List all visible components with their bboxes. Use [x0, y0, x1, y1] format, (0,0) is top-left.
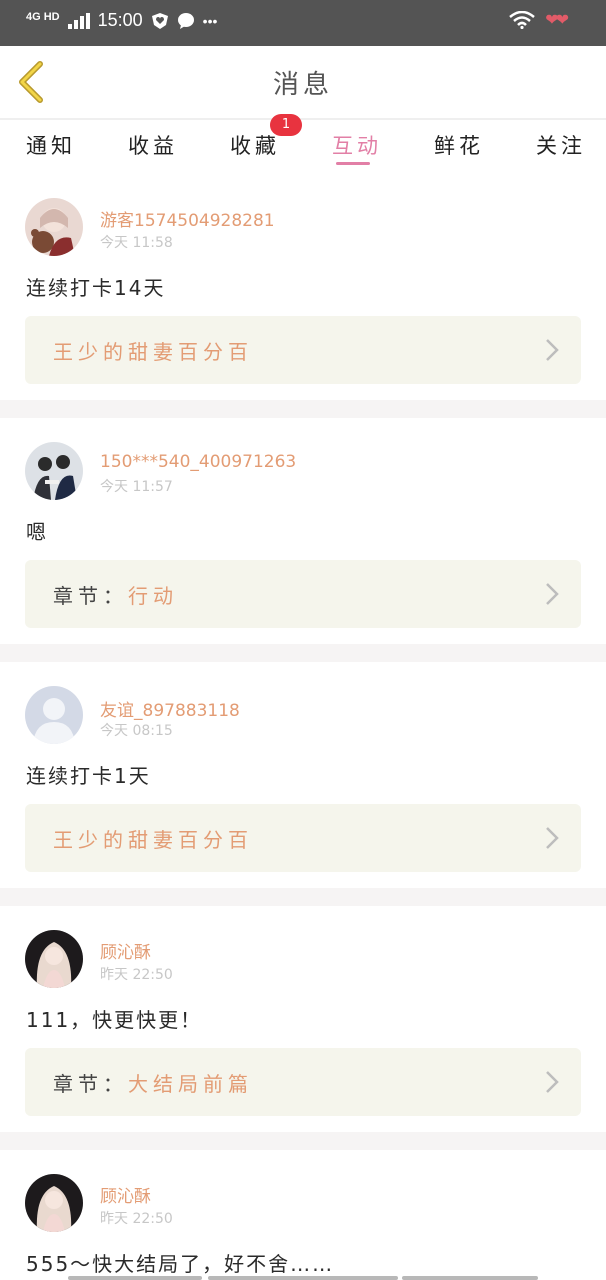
avatar[interactable]	[25, 198, 83, 256]
username[interactable]: 顾沁酥	[100, 1182, 151, 1207]
avatar[interactable]	[25, 930, 83, 988]
divider	[0, 888, 606, 906]
avatar[interactable]	[25, 1174, 83, 1232]
tab-bar: 通知 收益 收藏 1 互动 鲜花 关注	[0, 114, 606, 172]
message-card: 友谊_897883118 今天 08:15 连续打卡1天 王少的甜妻百分百	[0, 662, 606, 888]
message-card: 顾沁酥 昨天 22:50 555～快大结局了，好不舍……	[0, 1150, 606, 1280]
tab-earnings[interactable]: 收益	[128, 130, 178, 160]
chapter-reference[interactable]: 章节：行动	[25, 560, 581, 628]
timestamp: 今天 08:15	[100, 723, 173, 739]
timestamp: 昨天 22:50	[100, 967, 173, 983]
bottom-indicator	[68, 1276, 202, 1280]
timestamp: 今天 11:57	[100, 479, 173, 495]
chevron-right-icon	[546, 339, 559, 361]
divider	[0, 400, 606, 418]
header: 消息	[0, 46, 606, 120]
ref-title: 大结局前篇	[128, 1072, 253, 1096]
message-card: 150***540_400971263 今天 11:57 嗯 章节：行动	[0, 418, 606, 644]
wifi-icon	[509, 10, 535, 29]
battery-hearts-icon: ❤❤	[545, 10, 569, 29]
more-notifications-icon: •••	[202, 12, 218, 29]
tab-flowers[interactable]: 鲜花	[434, 130, 484, 160]
username[interactable]: 游客1574504928281	[100, 206, 275, 231]
username[interactable]: 友谊_897883118	[100, 696, 240, 721]
bottom-indicator	[402, 1276, 538, 1280]
chevron-right-icon	[546, 827, 559, 849]
tab-following[interactable]: 关注	[536, 130, 586, 160]
username[interactable]: 150***540_400971263	[100, 452, 296, 472]
signal-icon	[67, 12, 90, 29]
tab-interactions[interactable]: 互动	[332, 130, 382, 160]
heart-shield-icon	[151, 12, 168, 29]
bottom-indicator	[208, 1276, 398, 1280]
message-text: 连续打卡1天	[26, 764, 151, 788]
timestamp: 昨天 22:50	[100, 1211, 173, 1227]
username[interactable]: 顾沁酥	[100, 938, 151, 963]
chevron-right-icon	[546, 583, 559, 605]
page-title: 消息	[272, 70, 333, 100]
chat-bubble-icon	[177, 12, 194, 29]
chapter-reference[interactable]: 章节：大结局前篇	[25, 1048, 581, 1116]
tab-notifications[interactable]: 通知	[26, 130, 76, 160]
message-text: 555～快大结局了，好不舍……	[26, 1252, 335, 1276]
message-text: 111，快更快更！	[26, 1008, 203, 1032]
divider	[0, 1132, 606, 1150]
favorites-badge: 1	[270, 114, 302, 136]
message-text: 嗯	[26, 520, 48, 544]
book-reference[interactable]: 王少的甜妻百分百	[25, 804, 581, 872]
avatar[interactable]	[25, 686, 83, 744]
active-tab-indicator	[336, 162, 370, 165]
avatar[interactable]	[25, 442, 83, 500]
ref-prefix: 章节：	[53, 584, 128, 608]
status-bar: 4G HD 15:00 ••• ❤❤	[0, 0, 606, 46]
divider	[0, 644, 606, 662]
book-reference[interactable]: 王少的甜妻百分百	[25, 316, 581, 384]
network-indicator: 4G HD	[26, 10, 60, 23]
clock: 15:00	[97, 10, 143, 30]
ref-title: 王少的甜妻百分百	[53, 828, 253, 852]
message-card: 游客1574504928281 今天 11:58 连续打卡14天 王少的甜妻百分…	[0, 172, 606, 400]
chevron-right-icon	[546, 1071, 559, 1093]
ref-title: 王少的甜妻百分百	[53, 340, 253, 364]
ref-title: 行动	[128, 584, 178, 608]
message-text: 连续打卡14天	[26, 276, 166, 300]
message-card: 顾沁酥 昨天 22:50 111，快更快更！ 章节：大结局前篇	[0, 906, 606, 1132]
ref-prefix: 章节：	[53, 1072, 128, 1096]
timestamp: 今天 11:58	[100, 235, 173, 251]
tab-favorites[interactable]: 收藏	[230, 130, 280, 160]
